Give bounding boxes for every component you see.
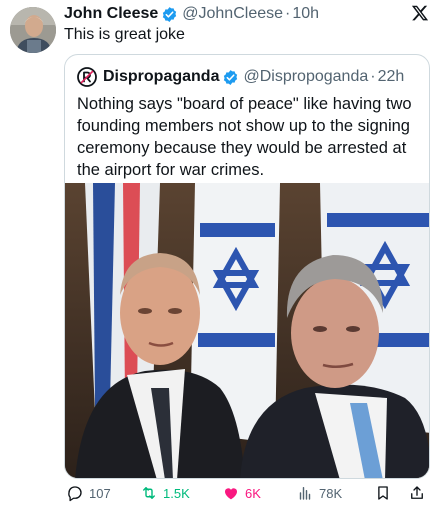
share-button[interactable] <box>408 482 426 504</box>
quote-author-name[interactable]: Dispropaganda <box>103 68 219 86</box>
author-handle[interactable]: @JohnCleese <box>182 5 283 23</box>
quoted-tweet[interactable]: Dispropaganda @Dispropoganda · 22h Nothi… <box>64 54 430 479</box>
like-count: 6K <box>245 485 261 501</box>
retweet-count: 1.5K <box>163 485 190 501</box>
like-button[interactable]: 6K <box>222 482 261 504</box>
views-button[interactable]: 78K <box>296 482 342 504</box>
author-name[interactable]: John Cleese <box>64 5 158 23</box>
tweet-header: John Cleese @JohnCleese · 10h <box>64 4 319 24</box>
heart-icon <box>224 488 238 500</box>
tweet-text: This is great joke <box>64 26 185 43</box>
quote-photo[interactable] <box>65 183 429 478</box>
reply-count: 107 <box>89 485 111 501</box>
views-icon <box>299 487 311 500</box>
view-count: 78K <box>319 485 343 501</box>
bookmark-icon <box>378 486 388 500</box>
quote-author-handle[interactable]: @Dispropoganda <box>243 68 368 86</box>
share-icon <box>411 486 423 499</box>
header-separator: · <box>285 5 291 22</box>
quote-timestamp[interactable]: 22h <box>378 68 405 86</box>
quote-separator: · <box>370 68 376 85</box>
reply-icon <box>68 486 82 502</box>
quote-text: Nothing says "board of peace" like havin… <box>77 95 412 179</box>
quote-header: Dispropaganda @Dispropoganda · 22h <box>77 67 404 87</box>
verified-badge-icon <box>222 69 239 86</box>
tweet-actions: 107 1.5K 6K 78K <box>64 482 430 504</box>
retweet-button[interactable]: 1.5K <box>140 482 190 504</box>
registered-mark-icon <box>77 67 97 87</box>
verified-badge-icon <box>161 6 178 23</box>
tweet-timestamp[interactable]: 10h <box>292 5 319 23</box>
tweet: John Cleese @JohnCleese · 10h This is gr… <box>0 0 439 512</box>
author-avatar[interactable] <box>10 7 56 53</box>
x-logo-icon <box>411 4 429 22</box>
retweet-icon <box>143 487 155 499</box>
bookmark-button[interactable] <box>374 482 392 504</box>
reply-button[interactable]: 107 <box>66 482 111 504</box>
